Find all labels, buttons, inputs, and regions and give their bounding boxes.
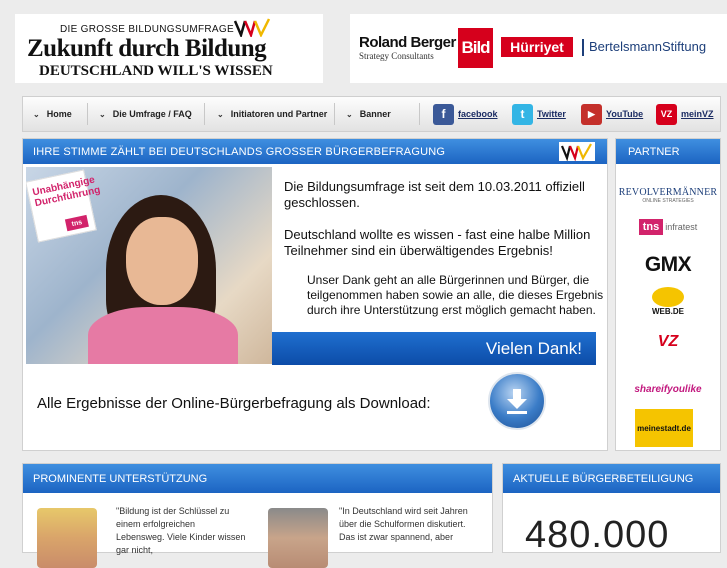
nav-item-label: Home — [46, 109, 72, 119]
social-label: meinVZ — [681, 109, 714, 119]
partner-name: meinestadt.de — [637, 423, 691, 433]
partner-name: VZ — [657, 333, 679, 350]
chevron-down-icon: ⌄ — [346, 109, 353, 119]
flag-check-icon — [559, 142, 595, 161]
nav-divider — [204, 103, 205, 125]
social-meinvz-link[interactable]: VZ meinVZ — [656, 97, 714, 131]
closed-notice: Die Bildungsumfrage ist seit dem 10.03.2… — [284, 179, 585, 210]
chevron-down-icon: ⌄ — [217, 109, 224, 119]
roland-berger-logo[interactable]: Roland Berger — [359, 34, 456, 51]
participant-counter: 480.000 — [525, 514, 670, 556]
logo-small-text: DIE GROSSE BILDUNGSUMFRAGE — [60, 24, 234, 35]
webde-logo[interactable]: WEB.DE — [616, 287, 720, 316]
shareifyoulike-logo[interactable]: shareifyoulike — [616, 384, 720, 395]
main-panel-heading: IHRE STIMME ZÄHLT BEI DEUTSCHLANDS GROSS… — [23, 139, 607, 164]
quote-text: "Bildung ist der Schlüssel zu einem erfo… — [116, 506, 246, 555]
flag-check-icon — [233, 18, 271, 37]
divider — [582, 39, 584, 56]
thanks-paragraph: Unser Dank geht an alle Bürgerinnen und … — [307, 273, 604, 317]
meinvz-icon: VZ — [656, 103, 677, 125]
roland-berger-sub: Strategy Consultants — [359, 51, 434, 61]
quote-text: "In Deutschland wird seit Jahren über di… — [339, 506, 468, 542]
partner-name: GMX — [644, 253, 692, 276]
avatar — [37, 508, 97, 568]
participants-notice: Deutschland wollte es wissen - fast eine… — [284, 227, 591, 258]
facebook-icon: f — [433, 103, 454, 125]
nav-divider — [419, 103, 420, 125]
participation-heading: AKTUELLE BÜRGERBETEILIGUNG — [503, 464, 720, 493]
main-heading-text: IHRE STIMME ZÄHLT BEI DEUTSCHLANDS GROSS… — [33, 145, 446, 158]
partner-name: shareifyoulike — [634, 384, 702, 395]
nav-item-umfrage[interactable]: ⌄ Die Umfrage / FAQ — [99, 97, 192, 131]
tns-mini-logo: tns — [64, 214, 89, 232]
partner-name: REVOLVERMÄNNER — [618, 187, 718, 198]
social-label: facebook — [458, 109, 498, 119]
main-panel: IHRE STIMME ZÄHLT BEI DEUTSCHLANDS GROSS… — [22, 138, 608, 451]
social-youtube-link[interactable]: ▶ YouTube — [581, 97, 643, 131]
partner-name: WEB.DE — [652, 307, 684, 316]
avatar — [268, 508, 328, 568]
prominent-support-panel: PROMINENTE UNTERSTÜTZUNG "Bildung ist de… — [22, 463, 493, 568]
partner-panel: PARTNER REVOLVERMÄNNER ONLINE STRATEGIES… — [615, 138, 721, 451]
partner-heading: PARTNER — [616, 139, 720, 164]
nav-item-initiatoren[interactable]: ⌄ Initiatoren und Partner — [217, 97, 327, 131]
nav-item-banner[interactable]: ⌄ Banner — [346, 97, 391, 131]
social-facebook-link[interactable]: f facebook — [433, 97, 498, 131]
gmx-logo[interactable]: GMX — [616, 253, 720, 277]
nav-item-home[interactable]: ⌄ Home — [33, 97, 72, 131]
partner-sub: infratest — [665, 222, 698, 232]
bild-logo[interactable]: Bild — [458, 28, 493, 68]
badge-text: Unabhängige Durchführung — [31, 174, 102, 210]
social-label: Twitter — [537, 109, 566, 119]
logo-subtitle: DEUTSCHLAND WILL'S WISSEN — [39, 63, 273, 79]
nav-item-label: Initiatoren und Partner — [230, 109, 328, 119]
download-arrow-icon — [507, 389, 527, 414]
logo-title: Zukunft durch Bildung — [27, 35, 267, 62]
download-button[interactable] — [488, 372, 546, 430]
header-partners: Roland Berger Strategy Consultants Bild … — [350, 14, 727, 83]
photo-shape — [126, 217, 198, 305]
nav-divider — [334, 103, 335, 125]
nav-item-label: Banner — [359, 109, 391, 119]
campaign-logo[interactable]: DIE GROSSE BILDUNGSUMFRAGE Zukunft durch… — [15, 14, 323, 83]
social-label: YouTube — [606, 109, 644, 119]
partner-name: tns — [638, 219, 664, 235]
webde-icon — [652, 287, 684, 307]
bertelsmann-logo[interactable]: BertelsmannStiftung — [589, 39, 706, 54]
tns-infratest-logo[interactable]: tns infratest — [616, 219, 720, 235]
photo-shape — [88, 307, 238, 364]
chevron-down-icon: ⌄ — [99, 109, 106, 119]
download-label: Alle Ergebnisse der Online-Bürgerbefragu… — [37, 395, 431, 412]
twitter-icon: t — [512, 103, 533, 125]
partner-sub: ONLINE STRATEGIES — [642, 198, 694, 204]
meinestadt-logo[interactable]: meinestadt.de — [635, 409, 693, 447]
hero-photo: Unabhängige Durchführung tns — [26, 167, 272, 364]
revolvermaenner-logo[interactable]: REVOLVERMÄNNER ONLINE STRATEGIES — [616, 187, 720, 204]
nav-divider — [87, 103, 88, 125]
independent-badge: Unabhängige Durchführung tns — [26, 169, 102, 243]
social-twitter-link[interactable]: t Twitter — [512, 97, 566, 131]
thanks-banner: Vielen Dank! — [272, 332, 596, 365]
nav-item-label: Die Umfrage / FAQ — [112, 109, 192, 119]
main-navigation: ⌄ Home ⌄ Die Umfrage / FAQ ⌄ Initiatoren… — [22, 96, 721, 132]
hurriyet-logo[interactable]: Hürriyet — [501, 37, 573, 57]
prominent-heading: PROMINENTE UNTERSTÜTZUNG — [23, 464, 492, 493]
vz-logo[interactable]: VZ — [616, 333, 720, 351]
youtube-icon: ▶ — [581, 103, 602, 125]
participation-panel: AKTUELLE BÜRGERBETEILIGUNG 480.000 — [502, 463, 721, 556]
chevron-down-icon: ⌄ — [33, 109, 40, 119]
